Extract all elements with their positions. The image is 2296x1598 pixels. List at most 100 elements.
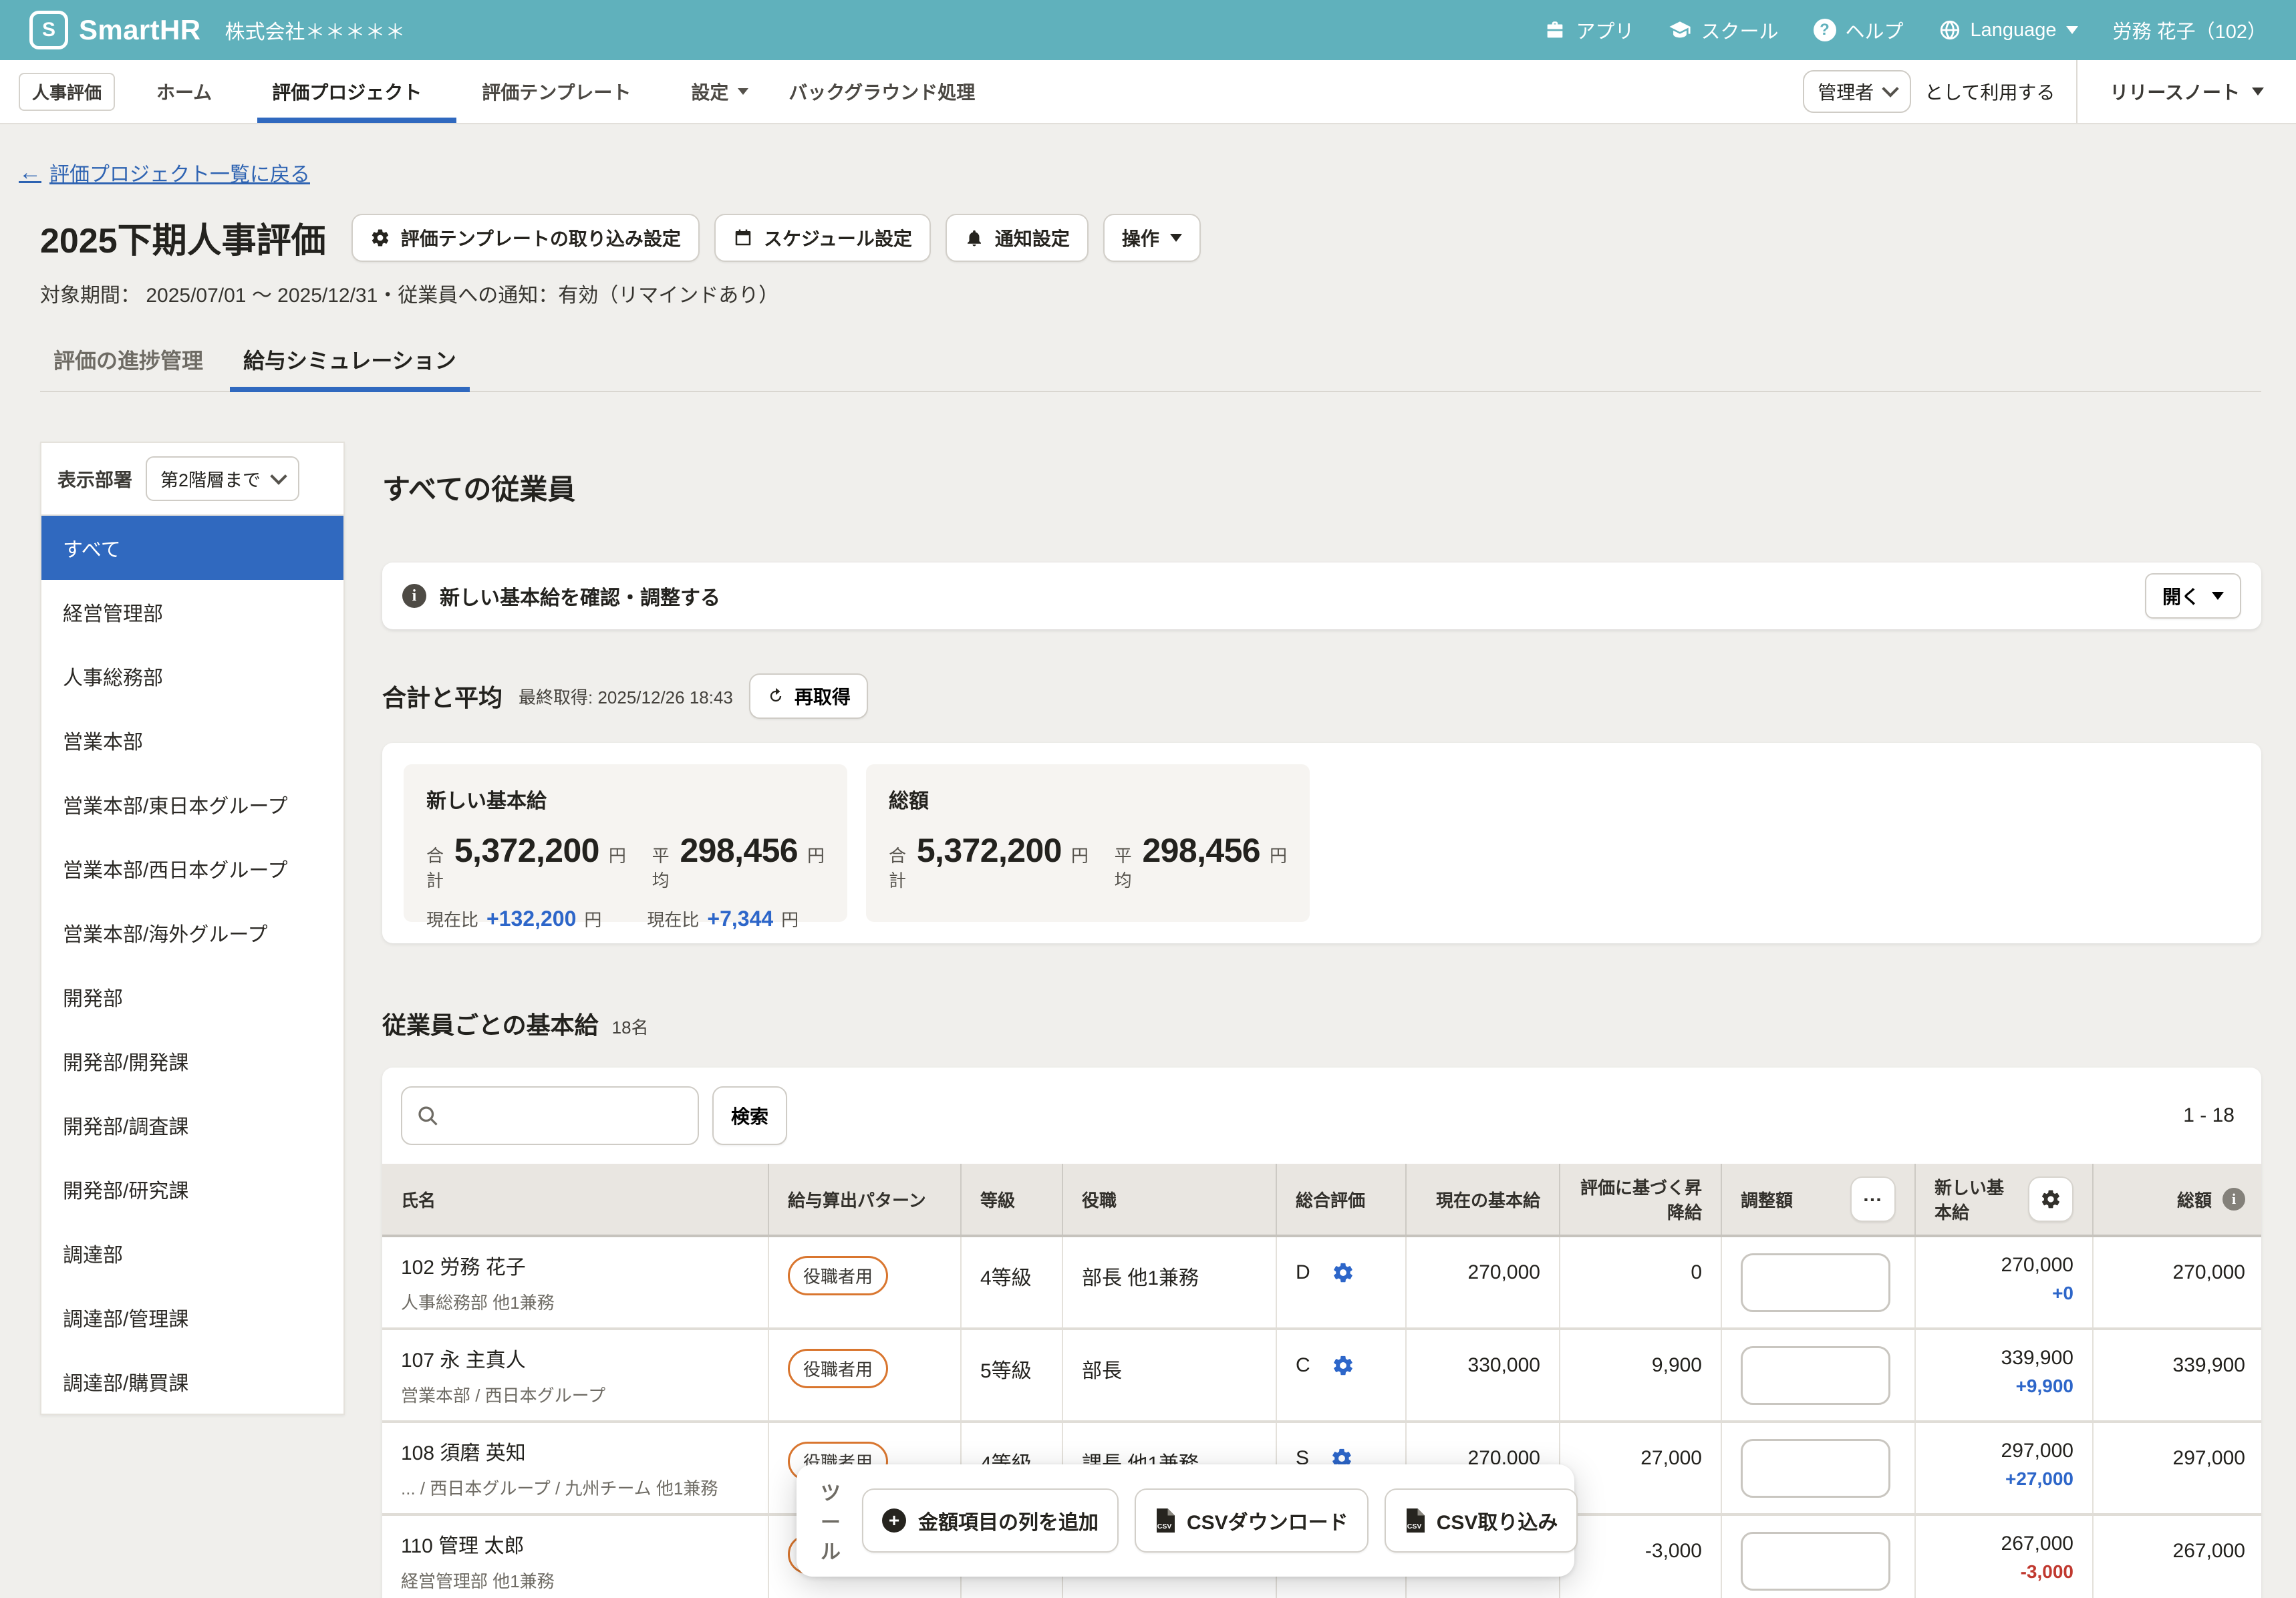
department-sidebar: 表示部署 第2階層まで すべて 経営管理部: [40, 442, 345, 1415]
department-item[interactable]: 開発部/開発課: [41, 1029, 343, 1093]
school-link[interactable]: スクール: [1669, 16, 1778, 44]
department-item[interactable]: 開発部/調査課: [41, 1093, 343, 1157]
role-suffix: として利用する: [1924, 78, 2055, 105]
evaluation-settings-icon[interactable]: [1332, 1261, 1354, 1284]
project-meta: 対象期間： 2025/07/01 ～ 2025/12/31・従業員への通知：有効…: [40, 279, 2261, 308]
role-cell: 部長: [1062, 1329, 1276, 1422]
total-value: 5,372,200: [917, 831, 1062, 870]
new-base-salary-card: 新しい基本給 合計 5,372,200 円 平均 298,456 円 現在比 +…: [404, 764, 847, 922]
back-arrow-icon: ←: [19, 160, 41, 186]
delta-cell: 0: [1560, 1236, 1721, 1329]
col-grade: 等級: [961, 1164, 1062, 1236]
nav-item[interactable]: 設定: [671, 60, 768, 123]
employee-search-input[interactable]: [401, 1086, 699, 1145]
back-link[interactable]: ← 評価プロジェクト一覧に戻る: [19, 158, 310, 187]
operations-menu-button[interactable]: 操作: [1103, 214, 1201, 262]
nav-item[interactable]: 評価プロジェクト: [252, 60, 462, 123]
table-header-row: 氏名 給与算出パターン 等級 役職 総合評価 現在の基本給 評価に基づく昇降給 …: [382, 1164, 2261, 1236]
school-icon: [1669, 19, 1691, 41]
current-base-cell: 270,000: [1406, 1236, 1560, 1329]
new-base-cell: 270,000 +0: [1915, 1236, 2093, 1329]
notification-settings-button[interactable]: 通知設定: [946, 214, 1089, 262]
search-button[interactable]: 検索: [712, 1086, 787, 1145]
department-item[interactable]: すべて: [41, 516, 343, 580]
page-title: 2025下期人事評価: [40, 212, 326, 263]
csv-import-button[interactable]: CSV CSV取り込み: [1385, 1488, 1578, 1553]
evaluation-settings-icon[interactable]: [1332, 1354, 1354, 1377]
department-item[interactable]: 調達部: [41, 1221, 343, 1285]
employee-cell: 110 管理 太郎 経営管理部 他1兼務: [382, 1514, 768, 1598]
app-header: S SmartHR 株式会社＊＊＊＊＊ アプリ スクール ? ヘルプ Langu…: [0, 0, 2296, 60]
adjustment-input[interactable]: [1741, 1532, 1890, 1591]
department-item[interactable]: 開発部/研究課: [41, 1157, 343, 1221]
pattern-badge: 役職者用: [788, 1256, 888, 1295]
smarthr-logo[interactable]: S SmartHR: [29, 11, 201, 49]
department-item[interactable]: 営業本部: [41, 708, 343, 772]
col-total: 総額 i: [2093, 1164, 2261, 1236]
chevron-down-icon: [1882, 80, 1898, 97]
new-base-diff: +0: [1934, 1280, 2073, 1307]
chevron-down-icon: [2066, 26, 2078, 34]
search-icon: [416, 1104, 440, 1133]
tab[interactable]: 給与シミュレーション: [230, 344, 470, 391]
new-base-settings-button[interactable]: [2028, 1176, 2073, 1222]
csv-download-button[interactable]: CSV CSVダウンロード: [1135, 1488, 1369, 1553]
refetch-button[interactable]: 再取得: [749, 673, 868, 719]
pattern-cell: 役職者用: [768, 1329, 961, 1422]
nav-item[interactable]: 評価テンプレート: [462, 60, 671, 123]
help-icon: ?: [1814, 19, 1836, 41]
adjust-banner: i 新しい基本給を確認・調整する 開く: [382, 563, 2261, 629]
grade-cell: 5等級: [961, 1329, 1062, 1422]
adjustment-cell: [1721, 1422, 1915, 1514]
col-evaluation: 総合評価: [1276, 1164, 1406, 1236]
chevron-down-icon: [2212, 592, 2224, 600]
user-menu[interactable]: 労務 花子（102）: [2113, 16, 2267, 44]
toolbar-label: ツール: [821, 1476, 841, 1565]
nav-item[interactable]: バックグラウンド処理: [768, 60, 1015, 123]
department-item[interactable]: 開発部: [41, 965, 343, 1029]
apps-link[interactable]: アプリ: [1544, 16, 1634, 44]
col-pattern: 給与算出パターン: [768, 1164, 961, 1236]
department-item[interactable]: 営業本部/西日本グループ: [41, 836, 343, 901]
info-icon: i: [402, 584, 426, 608]
help-link[interactable]: ? ヘルプ: [1814, 16, 1904, 44]
adjustment-input[interactable]: [1741, 1346, 1890, 1405]
nav-item[interactable]: ホーム: [136, 60, 252, 123]
info-icon: i: [2222, 1188, 2245, 1211]
depth-select[interactable]: 第2階層まで: [146, 456, 299, 501]
schedule-settings-button[interactable]: スケジュール設定: [714, 214, 931, 262]
department-item[interactable]: 調達部/購買課: [41, 1349, 343, 1414]
adjustment-options-button[interactable]: …: [1850, 1176, 1896, 1222]
department-filter-label: 表示部署: [57, 466, 132, 492]
gear-icon: [2040, 1188, 2061, 1210]
department-item[interactable]: 経営管理部: [41, 580, 343, 644]
department-item[interactable]: 調達部/管理課: [41, 1285, 343, 1349]
department-item[interactable]: 営業本部/海外グループ: [41, 901, 343, 965]
template-import-settings-button[interactable]: 評価テンプレートの取り込み設定: [351, 214, 700, 262]
svg-text:CSV: CSV: [1407, 1523, 1421, 1531]
pagination-range: 1 - 18: [2183, 1104, 2243, 1127]
section-title: すべての従業員: [382, 467, 2261, 508]
chevron-down-icon: [738, 88, 748, 95]
department-item[interactable]: 営業本部/東日本グループ: [41, 772, 343, 836]
adjustment-cell: [1721, 1514, 1915, 1598]
adjustment-input[interactable]: [1741, 1253, 1890, 1312]
open-banner-button[interactable]: 開く: [2145, 573, 2241, 619]
user-name: 労務 花子（102）: [2113, 16, 2267, 44]
delta-cell: 9,900: [1560, 1329, 1721, 1422]
total-amount-card: 総額 合計 5,372,200 円 平均 298,456 円: [866, 764, 1310, 922]
language-menu[interactable]: Language: [1939, 19, 2078, 41]
adjustment-cell: [1721, 1329, 1915, 1422]
release-notes-menu[interactable]: リリースノート: [2077, 78, 2296, 105]
tab[interactable]: 評価の進捗管理: [40, 344, 217, 391]
smarthr-logo-icon: S: [29, 11, 68, 49]
csv-file-icon: CSV: [1405, 1508, 1425, 1533]
col-delta: 評価に基づく昇降給: [1560, 1164, 1721, 1236]
role-select[interactable]: 管理者: [1803, 70, 1911, 113]
add-amount-column-button[interactable]: + 金額項目の列を追加: [862, 1488, 1119, 1553]
globe-icon: [1939, 19, 1961, 41]
department-item[interactable]: 人事総務部: [41, 644, 343, 708]
col-adjustment: 調整額 …: [1721, 1164, 1915, 1236]
adjustment-input[interactable]: [1741, 1439, 1890, 1498]
app-badge: 人事評価: [19, 73, 115, 111]
